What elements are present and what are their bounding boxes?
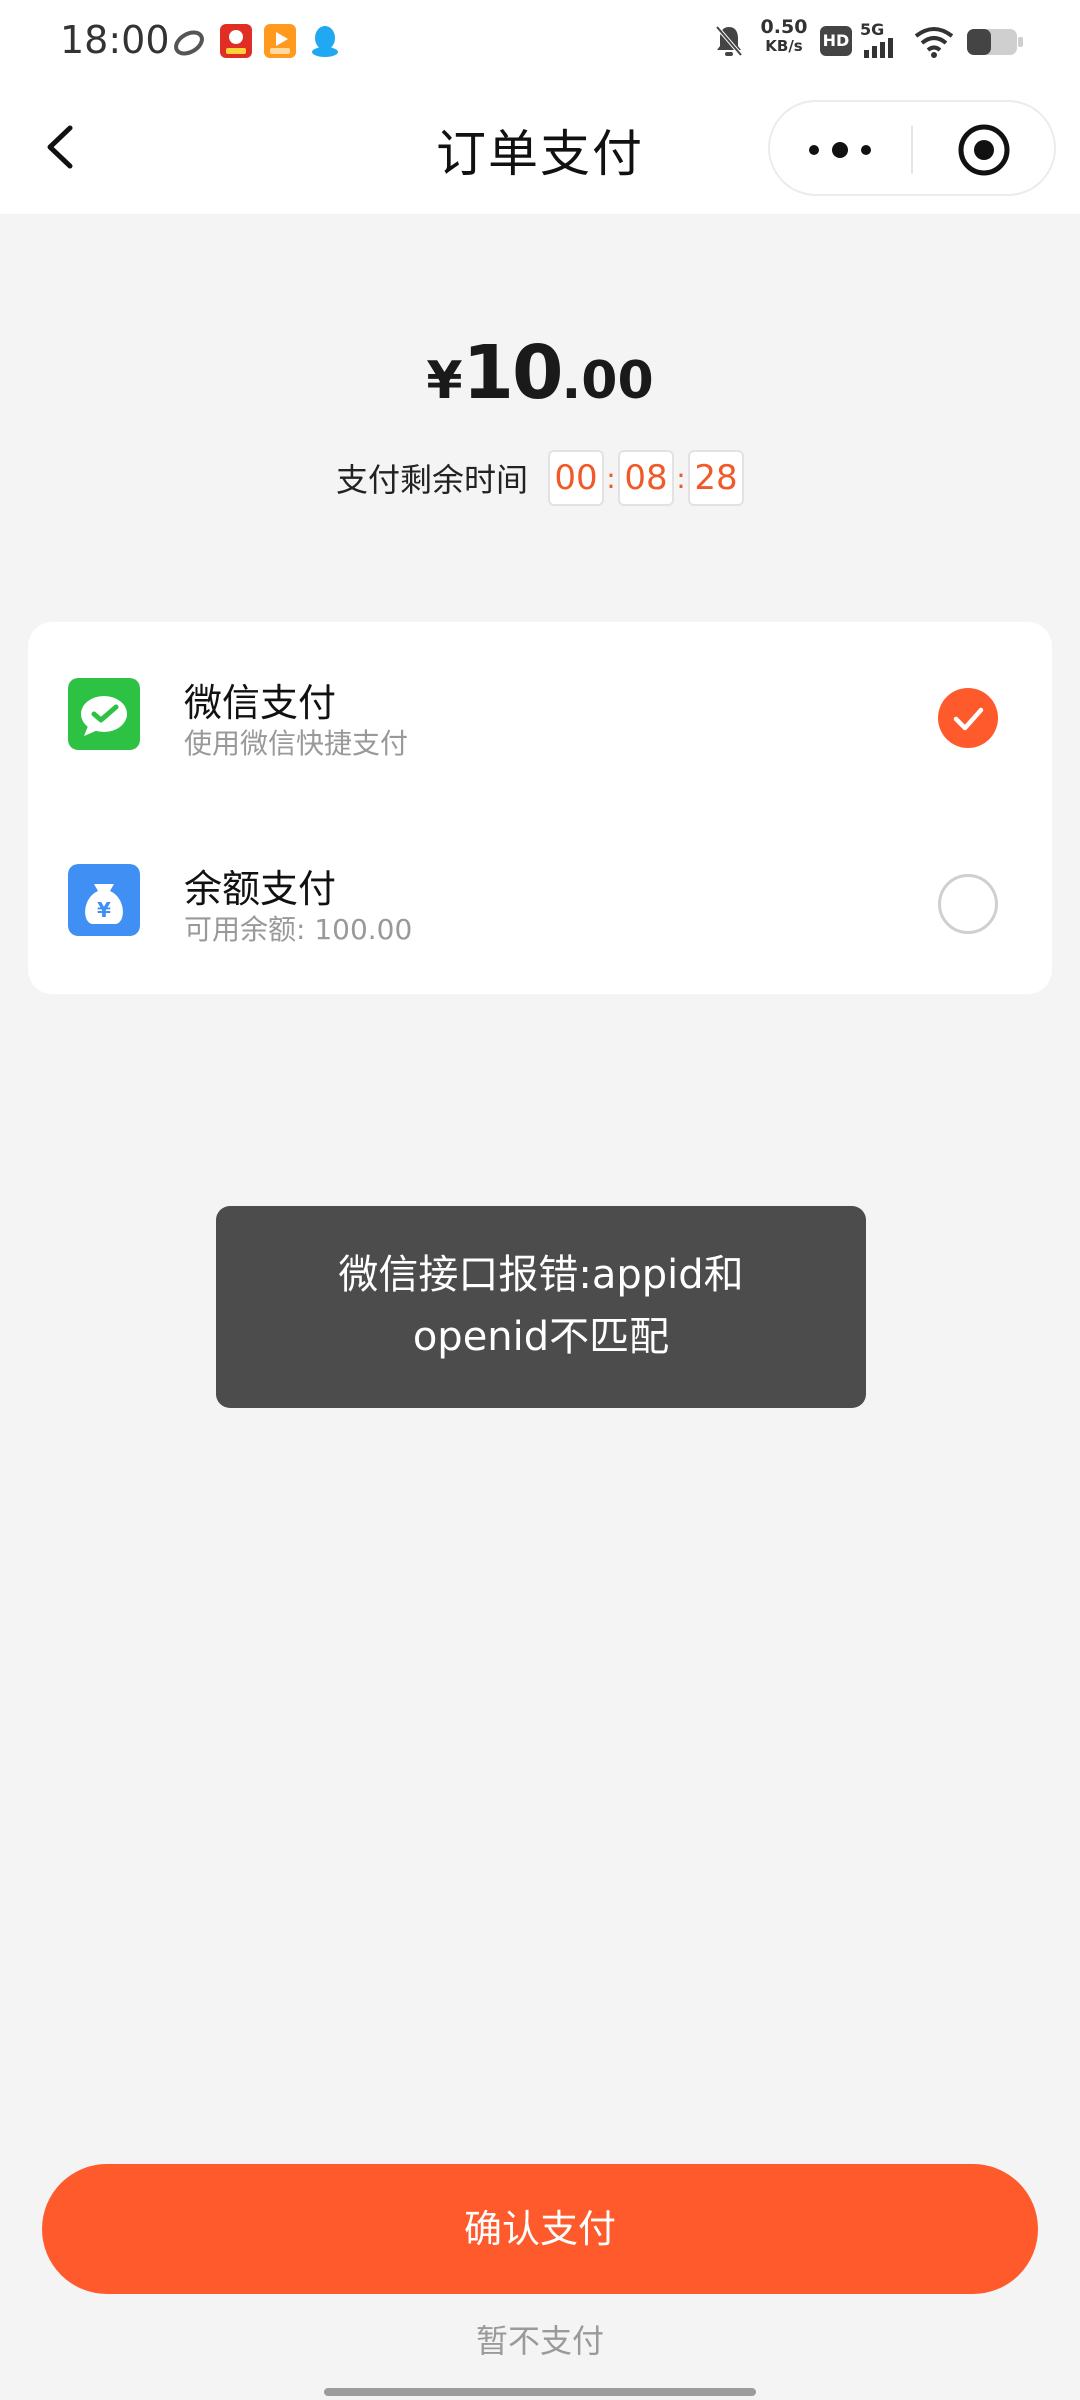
countdown-separator: :: [606, 461, 616, 495]
countdown-hours: 00: [548, 450, 604, 506]
status-time: 18:00: [60, 18, 170, 62]
payment-option-subtitle: 使用微信快捷支付: [184, 727, 409, 760]
hd-badge: HD: [820, 26, 852, 56]
countdown-label: 支付剩余时间: [335, 461, 528, 499]
mute-bell-icon: [715, 25, 743, 57]
confirm-payment-button[interactable]: 确认支付: [42, 2164, 1038, 2294]
countdown-minutes: 08: [618, 450, 674, 506]
capsule-divider: [911, 126, 913, 174]
countdown-separator: :: [676, 461, 686, 495]
payment-countdown: 支付剩余时间 00 : 08 : 28: [0, 448, 1080, 508]
mini-program-capsule: [768, 100, 1056, 196]
payment-option-subtitle: 可用余额: 100.00: [184, 913, 413, 946]
wifi-icon: [914, 27, 954, 58]
balance-wallet-icon: ¥: [68, 864, 140, 936]
payment-option-wechat[interactable]: 微信支付 使用微信快捷支付: [28, 622, 1052, 808]
home-indicator[interactable]: [324, 2388, 756, 2396]
order-payment-page: 18:00 0.50 KB/s HD 5G 订单支付 ¥10.00 支付剩余时间…: [0, 0, 1080, 2400]
wechat-pay-icon: [68, 678, 140, 750]
svg-text:¥: ¥: [97, 898, 111, 922]
radio-unselected[interactable]: [938, 874, 998, 934]
checkmark-icon: [953, 707, 984, 731]
navigation-bar: 订单支付: [0, 84, 1080, 214]
countdown-seconds: 28: [688, 450, 744, 506]
network-speed-unit: KB/s: [765, 37, 803, 55]
skip-payment-link[interactable]: 暂不支付: [0, 2316, 1080, 2362]
toast-message-line: openid不匹配: [412, 1314, 670, 1360]
payment-option-balance[interactable]: ¥ 余额支付 可用余额: 100.00: [28, 808, 1052, 994]
more-options-button[interactable]: [800, 132, 880, 168]
payment-option-title: 余额支付: [184, 867, 337, 911]
app-notification-icon: [174, 30, 204, 56]
network-speed-value: 0.50: [760, 16, 808, 38]
close-mini-program-button[interactable]: [956, 122, 1012, 178]
order-amount: ¥10.00: [0, 330, 1080, 416]
currency-symbol: ¥: [426, 351, 463, 411]
pinduoduo-icon: [220, 24, 252, 58]
radio-selected[interactable]: [938, 688, 998, 748]
amount-decimal: .00: [561, 351, 654, 411]
amount-integer: 10: [462, 330, 564, 416]
payment-method-list: 微信支付 使用微信快捷支付 ¥ 余额支付 可用余额: 100.00: [28, 622, 1052, 994]
error-toast: 微信接口报错:appid和 openid不匹配: [216, 1206, 866, 1408]
payment-option-title: 微信支付: [184, 681, 337, 725]
cellular-signal-icon: [864, 38, 893, 58]
network-speed: 0.50 KB/s: [756, 18, 812, 56]
qq-icon: [312, 26, 338, 57]
battery-icon: [967, 29, 1023, 55]
status-bar: 18:00 0.50 KB/s HD 5G: [0, 0, 1080, 84]
video-app-icon: [264, 24, 296, 58]
toast-message-line: 微信接口报错:appid和: [338, 1252, 744, 1298]
